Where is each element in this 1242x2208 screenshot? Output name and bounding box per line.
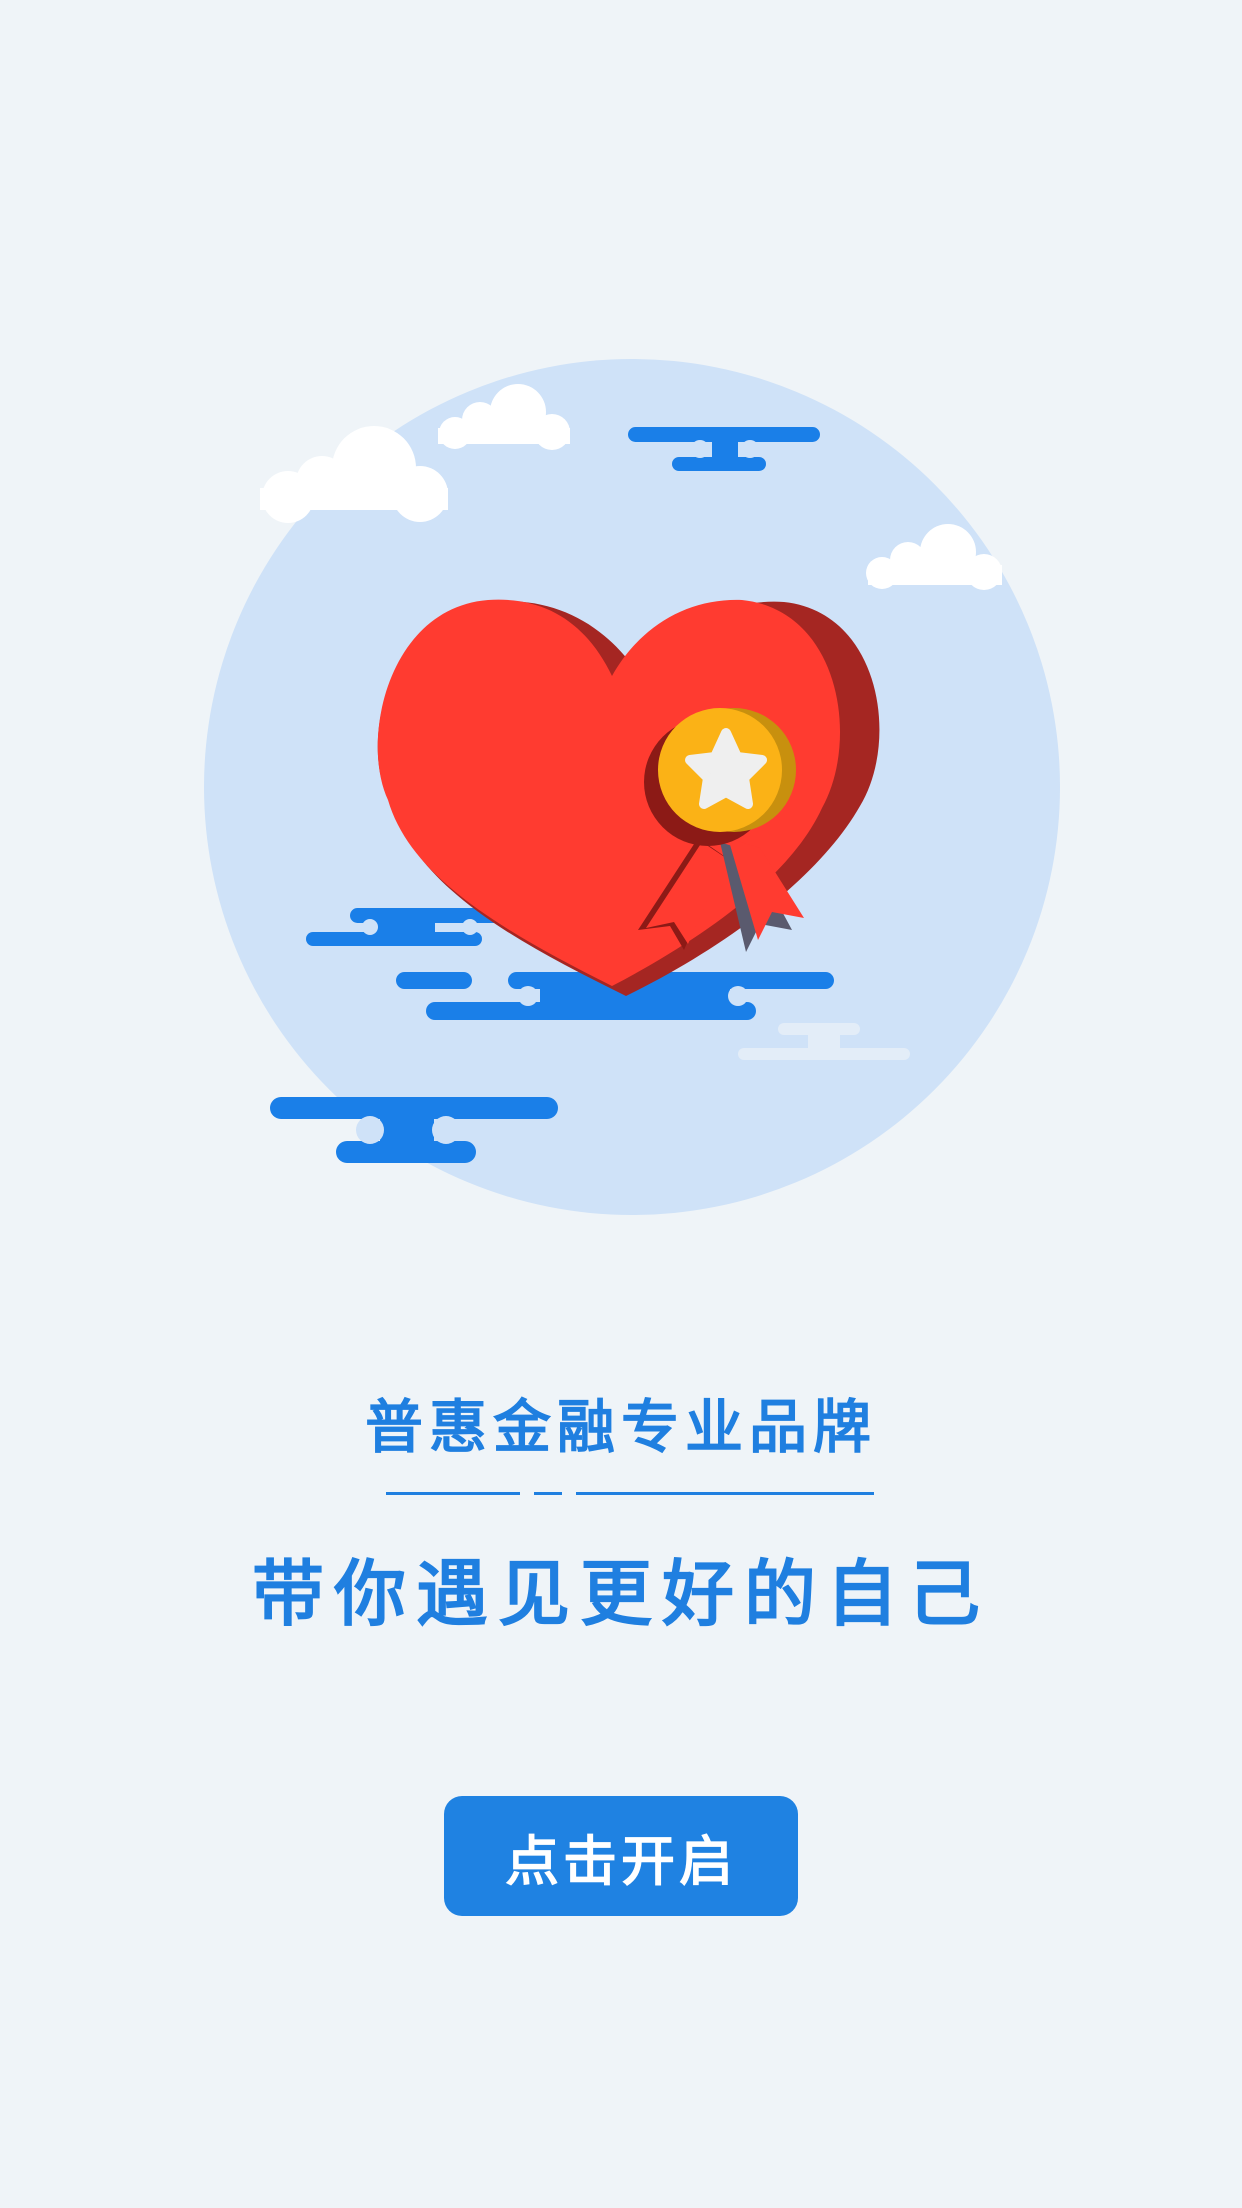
- divider-line: [386, 1492, 520, 1495]
- tagline-primary: 普惠金融专业品牌: [364, 1393, 877, 1461]
- splash-screen: 普惠金融专业品牌 带你遇见更好的自己 点击开启: [0, 0, 1242, 2208]
- hero-illustration: [204, 359, 1060, 1215]
- tagline-secondary: 带你遇见更好的自己: [251, 1552, 990, 1636]
- start-button[interactable]: 点击开启: [444, 1796, 798, 1916]
- start-button-label: 点击开启: [505, 1829, 737, 1893]
- divider-line: [534, 1492, 562, 1495]
- divider-line: [576, 1492, 874, 1495]
